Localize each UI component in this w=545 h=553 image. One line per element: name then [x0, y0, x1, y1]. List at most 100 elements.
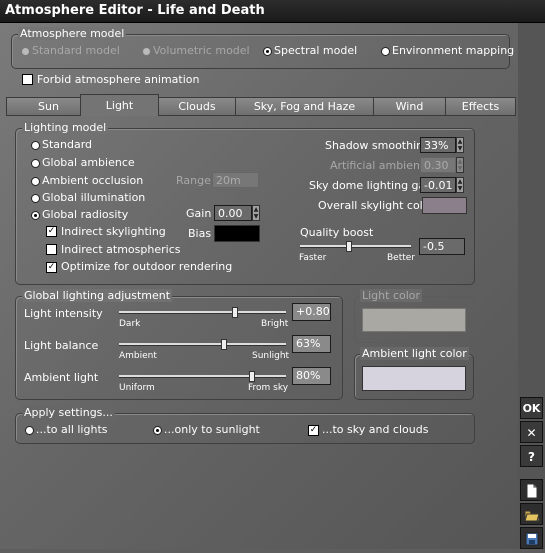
indirect-atmospherics-label: Indirect atmospherics	[61, 243, 181, 256]
ambient-occlusion-label: Ambient occlusion	[42, 174, 144, 187]
only-sunlight-label: ...only to sunlight	[164, 423, 260, 436]
light-balance-label: Light balance	[24, 339, 99, 352]
tab-light[interactable]: Light	[80, 94, 159, 116]
quality-boost-input[interactable]: -0.5	[419, 238, 465, 255]
global-radiosity-label: Global radiosity	[42, 208, 129, 221]
artificial-ambience-input[interactable]: 0.30	[420, 157, 456, 173]
light-balance-input[interactable]: 63%	[292, 335, 331, 353]
radio-global-radiosity[interactable]	[31, 211, 40, 220]
ok-button[interactable]: OK	[520, 397, 543, 419]
ambient-light-input[interactable]: 80%	[292, 367, 331, 385]
faster-label: Faster	[299, 253, 327, 263]
overall-skylight-label: Overall skylight color	[318, 199, 434, 212]
light-intensity-track[interactable]	[119, 311, 286, 314]
shadow-smoothing-stepper[interactable]: ▲ ▼	[456, 137, 464, 153]
indirect-skylighting-checkbox[interactable]: ✓	[46, 226, 57, 237]
radio-ambient-occlusion[interactable]	[31, 177, 40, 186]
help-icon: ?	[528, 450, 535, 464]
ambient-light-thumb[interactable]	[249, 371, 255, 382]
light-color-label: Light color	[360, 289, 423, 302]
indirect-skylighting-label: Indirect skylighting	[61, 225, 166, 238]
gain-label: Gain	[186, 207, 212, 220]
tab-wind[interactable]: Wind	[373, 97, 446, 116]
tab-clouds[interactable]: Clouds	[158, 97, 236, 116]
radio-standard-model[interactable]	[21, 47, 30, 56]
tab-sky-fog-haze[interactable]: Sky, Fog and Haze	[235, 97, 374, 116]
open-folder-button[interactable]	[520, 503, 543, 525]
radio-global-illumination[interactable]	[31, 194, 40, 203]
new-document-button[interactable]	[520, 479, 543, 501]
gain-stepper[interactable]: ▲ ▼	[252, 205, 260, 221]
artificial-ambience-stepper[interactable]: ▲ ▼	[456, 157, 464, 173]
sidebar	[518, 23, 545, 549]
shadow-smoothing-input[interactable]: 33%	[420, 137, 456, 153]
optimize-outdoor-label: Optimize for outdoor rendering	[61, 260, 233, 273]
artificial-ambience-label: Artificial ambience	[330, 159, 433, 172]
dark-label: Dark	[119, 319, 141, 329]
bias-color-swatch[interactable]	[214, 225, 260, 242]
better-label: Better	[387, 253, 416, 263]
window-title: Atmosphere Editor - Life and Death	[5, 3, 265, 18]
uniform-label: Uniform	[119, 383, 155, 393]
ambient-light-color-swatch[interactable]	[362, 366, 466, 391]
bright-label: Bright	[261, 319, 289, 329]
light-balance-track[interactable]	[119, 343, 286, 346]
global-adjust-label: Global lighting adjustment	[22, 289, 173, 302]
forbid-animation-checkbox[interactable]	[22, 74, 33, 85]
radio-volumetric-model[interactable]	[142, 47, 151, 56]
global-illumination-label: Global illumination	[42, 191, 146, 204]
gain-input[interactable]: 0.00	[214, 205, 252, 221]
overall-skylight-swatch[interactable]	[422, 197, 467, 214]
shadow-smoothing-label: Shadow smoothing	[325, 139, 431, 152]
quality-boost-track[interactable]	[300, 245, 411, 248]
folder-icon	[523, 510, 540, 522]
tab-effects[interactable]: Effects	[445, 97, 516, 116]
apply-settings-label: Apply settings...	[22, 406, 115, 419]
ambient-light-track[interactable]	[119, 375, 286, 378]
range-input[interactable]: 20m	[212, 172, 259, 188]
all-lights-label: ...to all lights	[36, 423, 108, 436]
standard-model-label: Standard model	[32, 44, 120, 57]
sunlight-label: Sunlight	[252, 351, 290, 361]
sky-clouds-label: ...to sky and clouds	[322, 423, 429, 436]
radio-spectral-model[interactable]	[263, 47, 272, 56]
global-ambience-label: Global ambience	[42, 156, 135, 169]
light-intensity-input[interactable]: +0.80	[292, 303, 331, 321]
lighting-model-label: Lighting model	[22, 121, 109, 134]
light-intensity-thumb[interactable]	[232, 307, 238, 318]
light-balance-thumb[interactable]	[221, 339, 227, 350]
cancel-button[interactable]: ✕	[520, 421, 543, 443]
standard-label: Standard	[42, 138, 93, 151]
atmosphere-model-label: Atmosphere model	[18, 27, 127, 40]
document-icon	[526, 483, 537, 499]
sky-dome-label: Sky dome lighting gain	[309, 179, 436, 192]
radio-all-lights[interactable]	[25, 426, 34, 435]
sky-dome-input[interactable]: -0.01	[420, 177, 456, 193]
optimize-outdoor-checkbox[interactable]: ✓	[46, 262, 57, 273]
sky-clouds-checkbox[interactable]: ✓	[308, 425, 319, 436]
save-icon	[525, 532, 538, 546]
quality-boost-thumb[interactable]	[346, 241, 352, 252]
ambient-label: Ambient	[119, 351, 157, 361]
spectral-model-label: Spectral model	[274, 44, 358, 57]
radio-global-ambience[interactable]	[31, 159, 40, 168]
environment-mapping-label: Environment mapping	[392, 44, 515, 57]
tab-sun[interactable]: Sun	[6, 97, 91, 116]
light-intensity-label: Light intensity	[24, 307, 103, 320]
ambient-light-label: Ambient light	[24, 371, 99, 384]
ambient-light-color-label: Ambient light color	[360, 347, 469, 360]
help-button[interactable]: ?	[520, 445, 543, 467]
save-button[interactable]	[520, 527, 543, 549]
indirect-atmospherics-checkbox[interactable]	[46, 244, 57, 255]
bias-label: Bias	[188, 227, 212, 240]
range-label: Range	[176, 174, 211, 187]
radio-environment-mapping[interactable]	[381, 47, 390, 56]
title-bar: Atmosphere Editor - Life and Death	[0, 0, 545, 23]
volumetric-model-label: Volumetric model	[153, 44, 250, 57]
radio-standard[interactable]	[31, 141, 40, 150]
sky-dome-stepper[interactable]: ▲ ▼	[456, 177, 464, 193]
radio-only-sunlight[interactable]	[153, 426, 162, 435]
close-icon: ✕	[526, 426, 537, 440]
quality-boost-label: Quality boost	[300, 226, 374, 239]
light-color-swatch[interactable]	[362, 308, 466, 332]
